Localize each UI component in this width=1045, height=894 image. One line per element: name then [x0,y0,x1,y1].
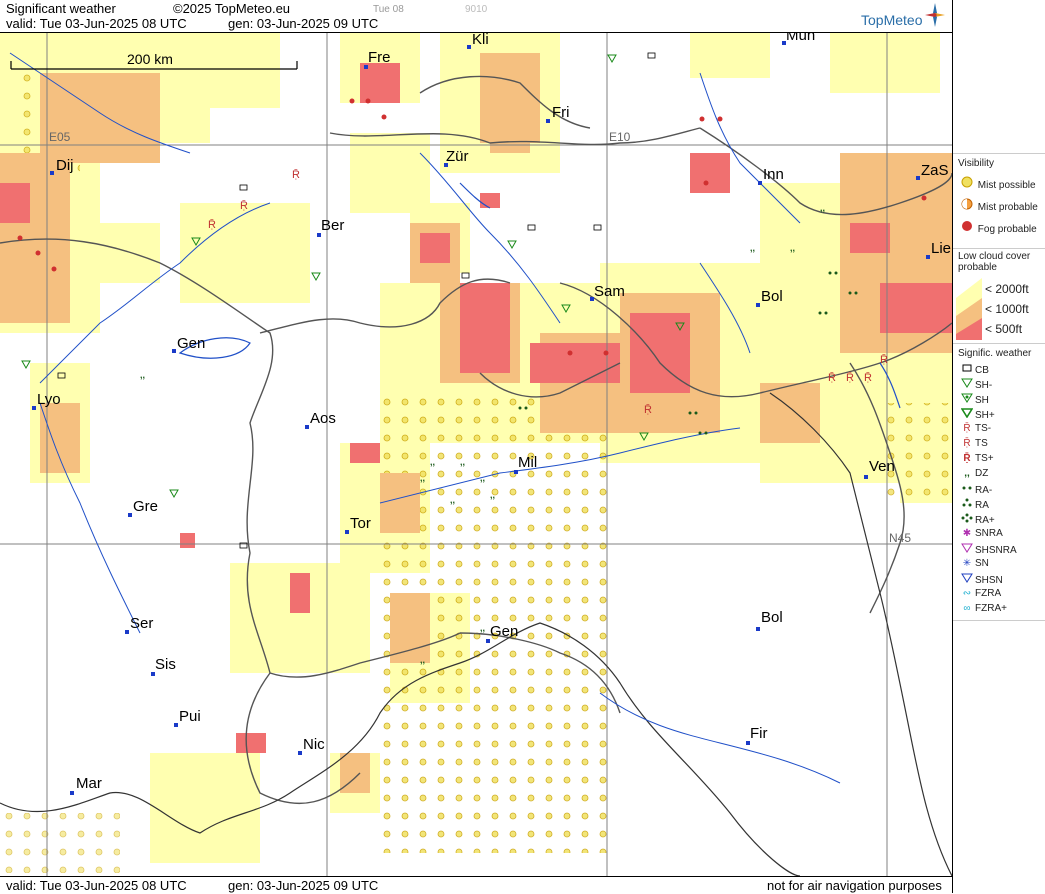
legend-item: CB [959,363,989,376]
city-label: Bol [761,609,783,626]
snow-rain-shower-icon [959,543,975,556]
footer-valid-time: valid: Tue 03-Jun-2025 08 UTC [6,878,187,893]
fog-probable-icon [959,220,975,235]
city-label: Lie [931,240,952,257]
snow-rain-icon: ✱ [962,528,972,539]
city-label: Aos [310,410,336,427]
chart-title: Significant weather [6,1,116,16]
city-label: Zür [446,148,469,165]
city-label: Inn [763,166,784,183]
legend-item: ✱ SNRA [959,528,1003,539]
thunderstorm-light-icon: Ṝ [963,423,971,434]
cloud-2000ft-label: < 2000ft [985,282,1029,296]
legend-item: SH+ [959,408,995,421]
city-label: Ber [321,217,345,234]
city-label: Gen [177,335,206,352]
legend-divider [953,620,1045,621]
header-bar: Significant weather ©2025 TopMeteo.eu Tu… [0,0,952,33]
mist-possible-icon [959,176,975,191]
city-label: Lyo [37,391,61,408]
grid-label-n45: N45 [889,531,912,545]
legend-item: ,, DZ [959,468,988,479]
legend-item: RA [959,498,989,511]
legend-panel: Visibility Mist possible Mist probable F… [952,0,1045,893]
rain-icon [959,498,975,511]
city-markers [32,41,930,795]
city-label: Gre [133,498,159,515]
shower-light-icon [959,378,975,391]
city-label: Fre [368,49,391,66]
city-label: Sis [155,656,176,673]
mist-probable-icon [959,198,975,213]
city-label: ZaS [921,162,949,179]
drizzle-icon: ,, [964,468,970,479]
copyright: ©2025 TopMeteo.eu [173,1,291,16]
footer-bar: valid: Tue 03-Jun-2025 08 UTC gen: 03-Ju… [0,876,952,894]
legend-divider [953,343,1045,344]
legend-item: ✳ SN [959,558,989,569]
faint-day-label: Tue 08 [373,4,404,15]
scale-label: 200 km [127,51,173,67]
legend-item: ∾ FZRA [959,588,1001,599]
legend-item: SHSN [959,573,1003,586]
shower-icon [959,393,975,406]
rain-light-icon [959,483,975,496]
city-label: Bol [761,288,783,305]
city-label: Kli [472,33,489,48]
city-label: Mil [518,454,538,471]
legend-divider [953,153,1045,154]
thunderstorm-heavy-icon: Ṝ [963,453,971,464]
city-label: Tor [350,515,371,532]
city-label: Mün [786,33,816,44]
city-label: Fir [750,725,768,742]
legend-item: ∞ FZRA+ [959,603,1007,614]
weather-map[interactable]: ṜṜṜ ṜṜṜ ṜṜ ,,,,,, ,,,,,, ,,,,,, ,,,,,, 2… [0,33,952,876]
city-label: Ser [130,615,154,632]
legend-item: Mist probable [959,198,1038,213]
snow-shower-icon [959,573,975,586]
legend-item: SH [959,393,989,406]
legend-item: Ṝ TS- [959,423,991,434]
shower-heavy-icon [959,408,975,421]
cb-icon [959,363,975,376]
legend-item: RA- [959,483,992,496]
thunderstorm-icon: Ṝ [963,438,971,449]
grid-label-e10: E10 [609,130,631,144]
city-label: Fri [552,104,570,121]
city-label: Nic [303,736,325,753]
city-label: Ven [869,458,895,475]
visibility-legend-title: Visibility [958,158,994,169]
legend-item: Ṝ TS+ [959,453,993,464]
faint-code-label: 9010 [465,4,488,15]
cloud-1000ft-label: < 1000ft [985,302,1029,316]
grid-label-e05: E05 [49,130,71,144]
weather-legend-title: Signific. weather [958,348,1032,359]
city-label: Sam [594,283,625,300]
rain-heavy-icon [959,513,975,526]
cloud-legend-title: Low cloud cover probable [958,251,1031,273]
legend-item: SH- [959,378,992,391]
city-label: Pui [179,708,201,725]
disclaimer: not for air navigation purposes [767,878,942,893]
generated-time: gen: 03-Jun-2025 09 UTC [228,16,379,31]
city-label: Gen [490,623,519,640]
legend-divider [953,248,1045,249]
footer-generated-time: gen: 03-Jun-2025 09 UTC [228,878,379,893]
legend-item: Fog probable [959,220,1037,235]
legend-item: Ṝ TS [959,438,987,449]
city-label: Mar [76,775,102,792]
compass-star-icon [925,3,945,27]
legend-item: RA+ [959,513,995,526]
topmeteo-logo: TopMeteo [861,12,923,28]
freezing-rain-heavy-icon: ∞ [963,603,971,614]
city-label: Dij [56,157,74,174]
cloud-500ft-label: < 500ft [985,322,1023,336]
snow-icon: ✳ [962,558,972,569]
legend-item: SHSNRA [959,543,1017,556]
freezing-rain-icon: ∾ [962,588,972,599]
legend-item: Mist possible [959,176,1036,191]
valid-time: valid: Tue 03-Jun-2025 08 UTC [6,16,187,31]
cloud-ramp-swatch [956,278,982,340]
